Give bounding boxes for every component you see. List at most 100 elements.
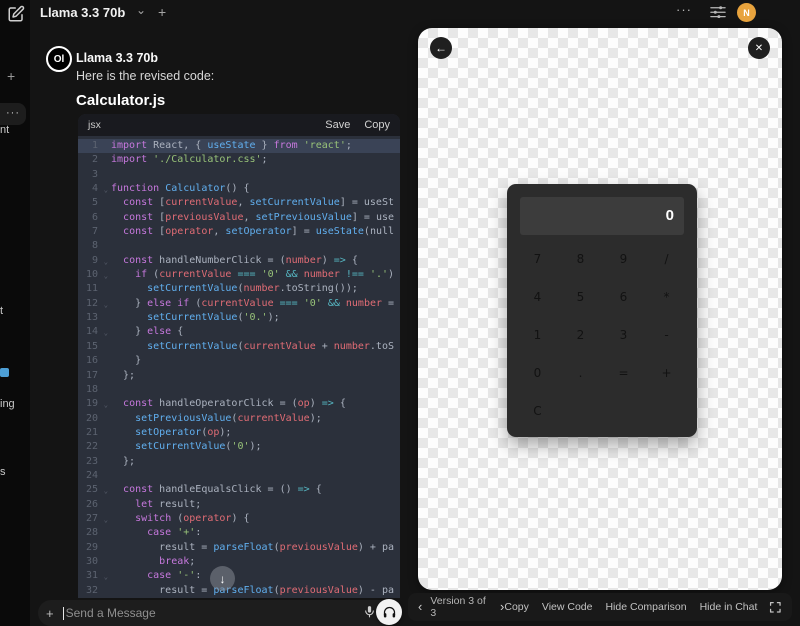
calc-key-dot[interactable]: . xyxy=(559,354,602,392)
compose-icon[interactable] xyxy=(7,5,25,23)
code-line: 26 let result; xyxy=(78,498,400,512)
code-lines: 1import React, { useState } from 'react'… xyxy=(78,136,400,598)
calc-key-8[interactable]: 8 xyxy=(559,240,602,278)
code-line: 8 xyxy=(78,239,400,253)
code-line: 6 const [previousValue, setPreviousValue… xyxy=(78,211,400,225)
sidebar-item-fragment[interactable]: s xyxy=(0,466,6,478)
assistant-avatar: Ol xyxy=(46,46,72,72)
calc-key-3[interactable]: 3 xyxy=(602,316,645,354)
calc-key-0[interactable]: 0 xyxy=(516,354,559,392)
code-line: 20 setPreviousValue(currentValue); xyxy=(78,412,400,426)
sidebar-more-icon[interactable]: ··· xyxy=(0,103,26,125)
save-button[interactable]: Save xyxy=(325,119,350,131)
code-line: 4⌄function Calculator() { xyxy=(78,182,400,196)
preview-action-hide-in-chat[interactable]: Hide in Chat xyxy=(700,601,758,613)
code-line: 27⌄ switch (operator) { xyxy=(78,512,400,526)
calc-key-5[interactable]: 5 xyxy=(559,278,602,316)
code-line: 28 case '+': xyxy=(78,526,400,540)
version-navigator: ‹ Version 3 of 3 › xyxy=(418,595,504,619)
sidebar: + ··· nt t ing s xyxy=(0,0,30,626)
sidebar-item-fragment[interactable]: t xyxy=(0,305,3,317)
preview-canvas: ← ✕ 0 789/ 456* 123- 0.=+ C xyxy=(418,28,782,590)
preview-panel: ← ✕ 0 789/ 456* 123- 0.=+ C ‹ Version 3 of 3… xyxy=(400,26,800,626)
attach-icon[interactable]: + xyxy=(46,606,54,621)
microphone-icon[interactable] xyxy=(363,605,376,621)
user-avatar[interactable]: N xyxy=(737,3,756,22)
code-line: 12⌄ } else if (currentValue === '0' && n… xyxy=(78,297,400,311)
assistant-message: Here is the revised code: xyxy=(76,69,214,83)
sidebar-item-fragment[interactable]: nt xyxy=(0,124,9,136)
calc-key--[interactable]: - xyxy=(645,316,688,354)
calc-key-+[interactable]: + xyxy=(645,354,688,392)
calc-key-=[interactable]: = xyxy=(602,354,645,392)
calc-key-empty xyxy=(602,392,645,430)
code-line: 25⌄ const handleEqualsClick = () => { xyxy=(78,483,400,497)
code-line: 18 xyxy=(78,383,400,397)
chat-area: Ol Llama 3.3 70b Here is the revised cod… xyxy=(30,26,400,626)
close-button[interactable]: ✕ xyxy=(748,37,770,59)
code-line: 17 }; xyxy=(78,369,400,383)
fullscreen-icon[interactable] xyxy=(769,601,782,614)
sidebar-item-fragment[interactable]: ing xyxy=(0,398,15,410)
preview-action-view-code[interactable]: View Code xyxy=(542,601,593,613)
preview-action-copy[interactable]: Copy xyxy=(504,601,529,613)
scroll-to-bottom-button[interactable]: ↓ xyxy=(210,566,235,591)
version-label: Version 3 of 3 xyxy=(430,595,492,619)
message-input[interactable]: Send a Message xyxy=(66,606,363,620)
preview-footer: ‹ Version 3 of 3 › Copy View Code Hide Com… xyxy=(408,593,792,621)
assistant-name: Llama 3.3 70b xyxy=(76,51,158,65)
preview-actions: Copy View Code Hide Comparison Hide in Chat xyxy=(504,601,757,613)
sidebar-add-icon[interactable]: + xyxy=(7,68,15,84)
code-line: 29 result = parseFloat(previousValue) + … xyxy=(78,541,400,555)
previous-version-button[interactable]: ‹ xyxy=(418,602,422,612)
calc-key-1[interactable]: 1 xyxy=(516,316,559,354)
calc-key-4[interactable]: 4 xyxy=(516,278,559,316)
code-line: 32 result = parseFloat(previousValue) - … xyxy=(78,584,400,598)
code-line: 2import './Calculator.css'; xyxy=(78,153,400,167)
code-line: 10⌄ if (currentValue === '0' && number !… xyxy=(78,268,400,282)
preview-action-hide-comparison[interactable]: Hide Comparison xyxy=(605,601,686,613)
chevron-down-icon[interactable]: ⌄ xyxy=(136,3,146,17)
code-line: 7 const [operator, setOperator] = useSta… xyxy=(78,225,400,239)
code-line: 3 xyxy=(78,168,400,182)
text-caret xyxy=(63,607,64,620)
code-line: 22 setCurrentValue('0'); xyxy=(78,440,400,454)
settings-sliders-icon[interactable] xyxy=(710,6,726,20)
code-line: 23 }; xyxy=(78,455,400,469)
top-bar: Llama 3.3 70b ⌄ + ··· N xyxy=(30,0,800,26)
code-line: 1import React, { useState } from 'react'… xyxy=(78,139,400,153)
code-line: 16 } xyxy=(78,354,400,368)
new-tab-button[interactable]: + xyxy=(158,4,166,20)
model-selector[interactable]: Llama 3.3 70b xyxy=(40,5,125,20)
calc-key-2[interactable]: 2 xyxy=(559,316,602,354)
code-block: jsx Save Copy 1import React, { useState … xyxy=(78,114,400,598)
code-line: 14⌄ } else { xyxy=(78,325,400,339)
calc-key-/[interactable]: / xyxy=(645,240,688,278)
voice-mode-button[interactable] xyxy=(376,599,402,625)
calc-key-7[interactable]: 7 xyxy=(516,240,559,278)
calc-key-C[interactable]: C xyxy=(516,392,559,430)
code-line: 21 setOperator(op); xyxy=(78,426,400,440)
more-options-icon[interactable]: ··· xyxy=(676,2,692,17)
message-composer[interactable]: + Send a Message xyxy=(38,600,394,626)
code-line: 19⌄ const handleOperatorClick = (op) => … xyxy=(78,397,400,411)
calc-key-*[interactable]: * xyxy=(645,278,688,316)
copy-button[interactable]: Copy xyxy=(364,119,390,131)
code-file-title: Calculator.js xyxy=(76,92,165,109)
code-line: 15 setCurrentValue(currentValue + number… xyxy=(78,340,400,354)
calc-key-empty xyxy=(645,392,688,430)
calc-key-empty xyxy=(559,392,602,430)
code-language-label: jsx xyxy=(88,119,311,131)
code-line: 11 setCurrentValue(number.toString()); xyxy=(78,282,400,296)
code-block-header: jsx Save Copy xyxy=(78,114,400,136)
sidebar-blue-icon[interactable] xyxy=(0,368,9,377)
calc-key-9[interactable]: 9 xyxy=(602,240,645,278)
calc-key-6[interactable]: 6 xyxy=(602,278,645,316)
calculator-widget: 0 789/ 456* 123- 0.=+ C xyxy=(507,184,697,437)
calculator-display: 0 xyxy=(520,197,684,235)
code-line: 5 const [currentValue, setCurrentValue] … xyxy=(78,196,400,210)
code-line: 30 break; xyxy=(78,555,400,569)
code-line: 31⌄ case '-': xyxy=(78,569,400,583)
back-button[interactable]: ← xyxy=(430,37,452,59)
code-line: 24 xyxy=(78,469,400,483)
